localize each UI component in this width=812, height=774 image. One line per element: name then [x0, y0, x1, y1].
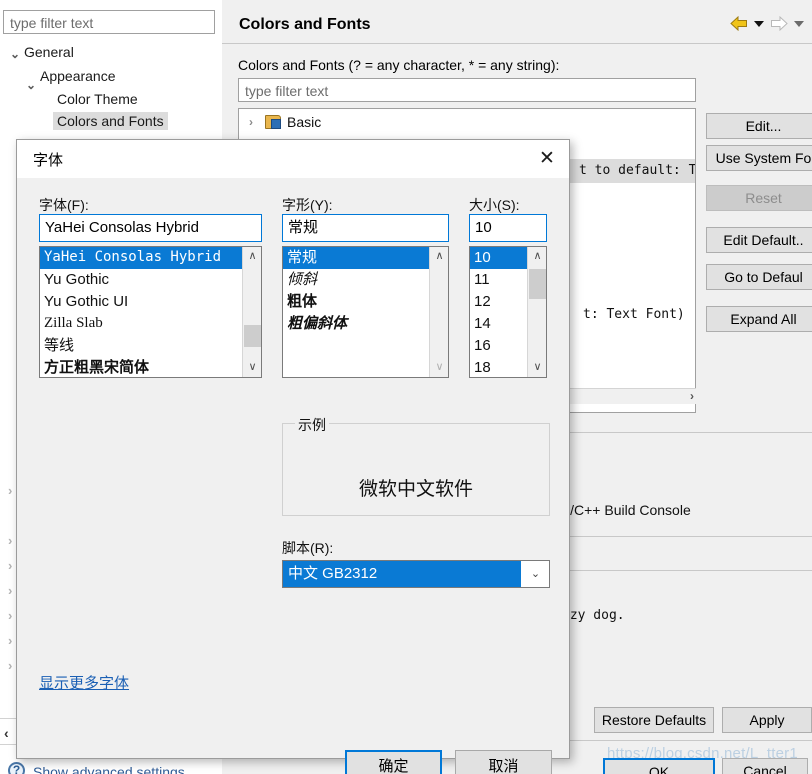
sidebar-twisty-3[interactable]: ›	[8, 558, 12, 573]
dialog-cancel-button[interactable]: 取消	[455, 750, 552, 774]
header-divider	[222, 43, 812, 44]
sidebar-item-colors-and-fonts[interactable]: Colors and Fonts	[53, 112, 168, 130]
size-list-item-0[interactable]: 10	[470, 247, 527, 269]
script-label: 脚本(R):	[282, 540, 334, 556]
expand-all-button[interactable]: Expand All	[706, 306, 812, 332]
scroll-down-icon[interactable]: ∨	[243, 358, 261, 377]
reset-button: Reset	[706, 185, 812, 211]
font-list-scrollbar[interactable]: ∧ ∨	[242, 247, 261, 377]
use-system-font-button[interactable]: Use System Fo	[706, 145, 812, 171]
preview-sample-text: azy dog.	[562, 608, 625, 623]
close-icon[interactable]: ✕	[525, 140, 569, 178]
style-list-item-1[interactable]: 倾斜	[283, 269, 429, 291]
chevron-down-icon[interactable]: ⌄	[522, 561, 549, 587]
style-list-scrollbar[interactable]: ∧ ∨	[429, 247, 448, 377]
font-list-item-0[interactable]: YaHei Consolas Hybrid	[40, 247, 242, 269]
edit-default-button[interactable]: Edit Default..	[706, 227, 812, 253]
twisty-appearance[interactable]: ⌄	[26, 78, 36, 92]
navigation-arrows	[730, 16, 804, 31]
size-list-item-4[interactable]: 16	[470, 335, 527, 357]
sidebar-twisty-5[interactable]: ›	[8, 608, 12, 623]
sidebar-twisty-4[interactable]: ›	[8, 583, 12, 598]
sidebar-twisty-6[interactable]: ›	[8, 633, 12, 648]
apply-button[interactable]: Apply	[722, 707, 812, 733]
sample-group-title: 示例	[295, 415, 329, 435]
font-listbox[interactable]: YaHei Consolas Hybrid Yu Gothic Yu Gothi…	[39, 246, 262, 378]
dialog-body: 字体(F): YaHei Consolas Hybrid YaHei Conso…	[17, 178, 569, 774]
tree-row-label-4: t: Text Font)	[583, 307, 685, 322]
font-list-item-3[interactable]: Zilla Slab	[40, 313, 242, 335]
forward-dropdown-icon[interactable]	[794, 20, 804, 27]
folder-icon	[265, 115, 281, 129]
font-list-item-2[interactable]: Yu Gothic UI	[40, 291, 242, 313]
size-listbox[interactable]: 10 11 12 14 16 18 20 ∧ ∨	[469, 246, 547, 378]
scroll-down-icon-2[interactable]: ∨	[430, 358, 448, 377]
sidebar-filter-input[interactable]: type filter text	[3, 10, 215, 34]
cancel-button[interactable]: Cancel	[722, 758, 808, 774]
tree-row-basic[interactable]: › Basic	[239, 111, 695, 135]
preview-console-label: C/C++ Build Console	[560, 502, 691, 518]
scrollbar-thumb[interactable]	[244, 325, 261, 347]
page-filter-input[interactable]: type filter text	[238, 78, 696, 102]
size-input[interactable]: 10	[469, 214, 547, 242]
dialog-title-bar: 字体 ✕	[17, 140, 569, 178]
scroll-right-icon[interactable]: ›	[690, 389, 694, 403]
size-list-item-2[interactable]: 12	[470, 291, 527, 313]
size-list-item-5[interactable]: 18	[470, 357, 527, 377]
scroll-up-icon-2[interactable]: ∧	[430, 247, 448, 266]
font-input[interactable]: YaHei Consolas Hybrid	[39, 214, 262, 242]
help-icon[interactable]: ?	[8, 762, 25, 774]
style-listbox[interactable]: 常规 倾斜 粗体 粗偏斜体 ∧ ∨	[282, 246, 449, 378]
sidebar-twisty-1[interactable]: ›	[8, 483, 12, 498]
scroll-up-icon-3[interactable]: ∧	[528, 247, 546, 266]
sidebar-item-appearance[interactable]: Appearance	[40, 68, 116, 84]
back-arrow-icon[interactable]	[730, 16, 748, 31]
restore-defaults-button[interactable]: Restore Defaults	[594, 707, 714, 733]
tree-row-label: Basic	[287, 114, 322, 130]
back-dropdown-icon[interactable]	[754, 20, 764, 27]
chevron-right-icon[interactable]: ›	[249, 115, 253, 129]
style-label: 字形(Y):	[282, 197, 333, 213]
font-dialog: 字体 ✕ 字体(F): YaHei Consolas Hybrid YaHei …	[16, 139, 570, 774]
size-list-item-1[interactable]: 11	[470, 269, 527, 291]
ok-button[interactable]: OK	[603, 758, 715, 774]
page-title: Colors and Fonts	[239, 16, 371, 33]
size-list-item-3[interactable]: 14	[470, 313, 527, 335]
sample-group	[282, 423, 550, 516]
script-combo[interactable]: 中文 GB2312 ⌄	[282, 560, 550, 588]
font-list-item-1[interactable]: Yu Gothic	[40, 269, 242, 291]
edit-button[interactable]: Edit...	[706, 113, 812, 139]
dialog-title: 字体	[33, 152, 64, 169]
sidebar-item-general[interactable]: General	[24, 44, 74, 60]
show-advanced-settings-link[interactable]: Show advanced settings	[33, 764, 185, 774]
sidebar-collapse-button[interactable]: ‹	[4, 725, 9, 741]
font-list-item-4[interactable]: 等线	[40, 335, 242, 357]
sample-preview-text: 微软中文软件	[358, 479, 473, 500]
sidebar-twisty-7[interactable]: ›	[8, 658, 12, 673]
scroll-up-icon[interactable]: ∧	[243, 247, 261, 266]
forward-arrow-icon	[770, 16, 788, 31]
twisty-general[interactable]: ⌄	[10, 47, 20, 61]
script-combo-value: 中文 GB2312	[283, 561, 521, 587]
style-input[interactable]: 常规	[282, 214, 449, 242]
scrollbar-thumb-2[interactable]	[529, 269, 546, 299]
go-to-default-button[interactable]: Go to Defaul	[706, 264, 812, 290]
sidebar-item-color-theme[interactable]: Color Theme	[57, 91, 138, 107]
style-list-item-0[interactable]: 常规	[283, 247, 429, 269]
size-label: 大小(S):	[469, 197, 520, 213]
style-list-item-3[interactable]: 粗偏斜体	[283, 313, 429, 335]
sidebar-twisty-2[interactable]: ›	[8, 533, 12, 548]
screen: type filter text ⌄ General ⌄ Appearance …	[0, 0, 812, 774]
page-description: Colors and Fonts (? = any character, * =…	[238, 57, 560, 73]
size-list-scrollbar[interactable]: ∧ ∨	[527, 247, 546, 377]
show-more-fonts-link[interactable]: 显示更多字体	[39, 672, 129, 693]
style-list-item-2[interactable]: 粗体	[283, 291, 429, 313]
font-label: 字体(F):	[39, 197, 89, 213]
scroll-down-icon-3[interactable]: ∨	[528, 358, 546, 377]
dialog-ok-button[interactable]: 确定	[345, 750, 442, 774]
tree-row-label-3: t to default: Te	[579, 163, 696, 178]
page-header: Colors and Fonts	[222, 0, 812, 44]
font-list-item-5[interactable]: 方正粗黑宋简体	[40, 357, 242, 377]
